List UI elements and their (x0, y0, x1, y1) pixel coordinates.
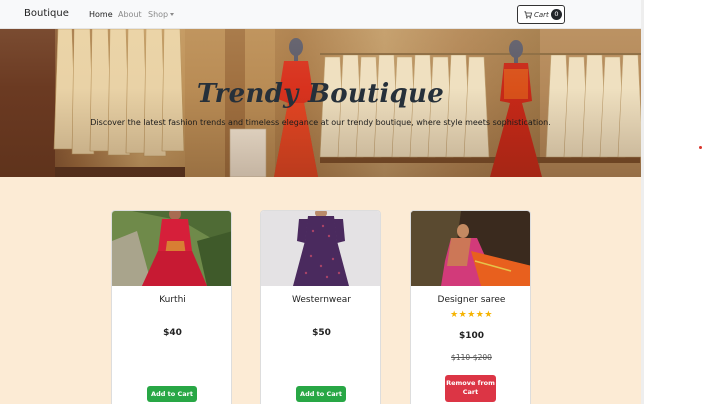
star-rating: ★★★★★ (450, 310, 493, 320)
cart-label: Cart (534, 11, 549, 19)
product-image-westernwear (261, 211, 380, 286)
chevron-down-icon (170, 13, 175, 16)
cart-count-badge: 0 (551, 9, 562, 20)
product-name: Westernwear (291, 295, 352, 305)
hero-subtitle: Discover the latest fashion trends and t… (90, 118, 551, 127)
add-to-cart-button[interactable]: Add to Cart (147, 386, 197, 402)
product-name: Designer saree (437, 295, 506, 305)
cursor-dot (699, 146, 702, 149)
product-card-designer-saree: Designer saree ★★★★★ $100 $110-$200 Remo… (410, 210, 531, 404)
nav-about-link[interactable]: About (118, 10, 142, 19)
hero-banner: Trendy Boutique Discover the latest fash… (0, 29, 641, 177)
product-price: $100 (458, 331, 485, 341)
navbar: Boutique Home About Shop Cart 0 (0, 0, 641, 29)
browser-viewport: Boutique Home About Shop Cart 0 Trendy B… (0, 0, 641, 404)
product-card-kurthi: Kurthi $40 Add to Cart (111, 210, 232, 404)
scrollbar-track[interactable] (641, 0, 644, 404)
nav-home-link[interactable]: Home (89, 10, 113, 19)
product-price: $40 (163, 328, 182, 338)
product-old-price: $110-$200 (451, 353, 492, 362)
product-price: $50 (312, 328, 331, 338)
hero-title: Trendy Boutique (196, 79, 445, 109)
nav-shop-dropdown[interactable]: Shop (148, 10, 175, 19)
page: Boutique Home About Shop Cart 0 Trendy B… (0, 0, 704, 404)
cart-icon (524, 11, 532, 19)
brand-logo[interactable]: Boutique (24, 8, 69, 19)
product-name: Kurthi (159, 295, 186, 305)
add-to-cart-button[interactable]: Add to Cart (296, 386, 346, 402)
remove-from-cart-button[interactable]: Remove from Cart (445, 375, 496, 402)
cart-button[interactable]: Cart 0 (517, 5, 565, 24)
product-card-westernwear: Westernwear $50 Add to Cart (260, 210, 381, 404)
product-image-kurthi (112, 211, 231, 286)
product-image-designer-saree (411, 211, 530, 286)
nav-shop-label: Shop (148, 10, 169, 19)
